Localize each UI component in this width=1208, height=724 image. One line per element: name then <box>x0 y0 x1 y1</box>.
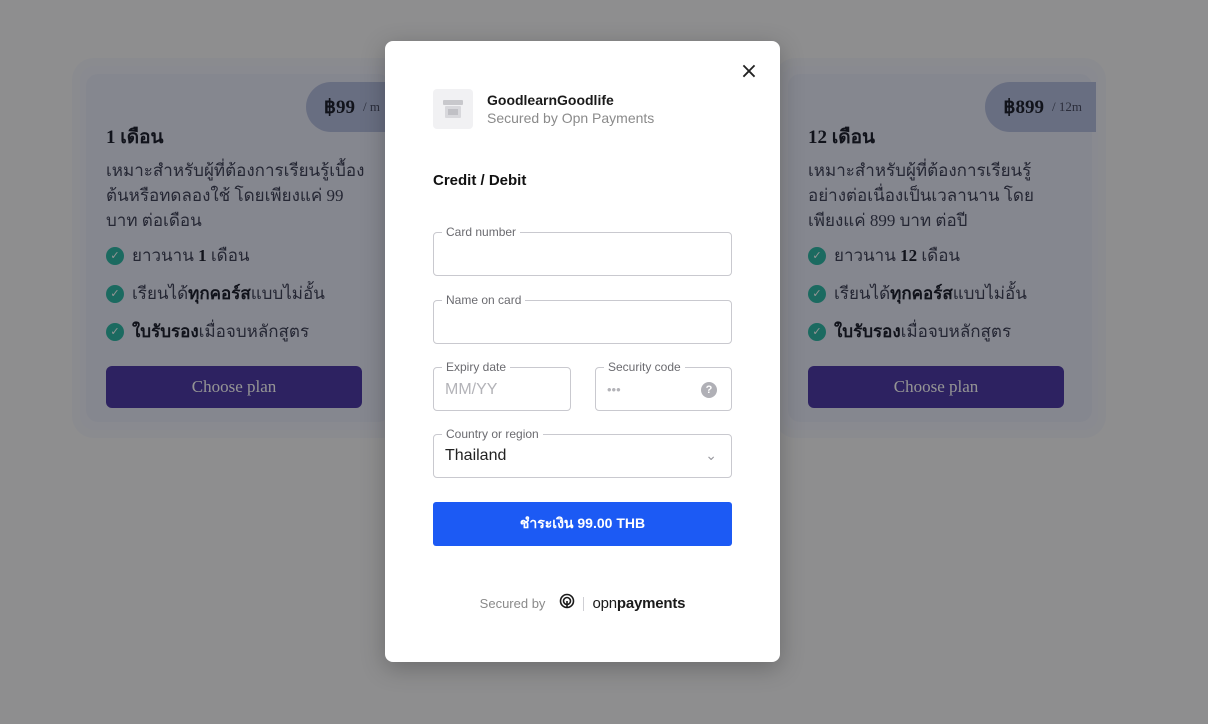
name-on-card-field[interactable]: Name on card <box>433 293 732 344</box>
expiry-date-placeholder: MM/YY <box>445 381 498 398</box>
opn-payments-wordmark: opnpayments <box>592 595 686 612</box>
merchant-name: GoodlearnGoodlife <box>487 92 614 108</box>
security-code-label: Security code <box>604 360 685 374</box>
country-select[interactable]: Country or region Thailand ⌄ <box>433 427 732 478</box>
expiry-date-label: Expiry date <box>442 360 511 374</box>
security-code-field[interactable]: Security code ••• ? <box>595 360 732 411</box>
payment-modal: × GoodlearnGoodlife Secured by Opn Payme… <box>385 41 780 662</box>
merchant-header: GoodlearnGoodlife Secured by Opn Payment… <box>433 89 654 129</box>
merchant-info: GoodlearnGoodlife Secured by Opn Payment… <box>487 92 654 126</box>
secured-footer: Secured by opnpayments <box>385 593 780 614</box>
store-icon <box>433 89 473 129</box>
help-icon[interactable]: ? <box>701 382 717 398</box>
security-code-placeholder: ••• <box>607 382 621 397</box>
secured-by-text: Secured by <box>479 596 546 611</box>
name-on-card-label: Name on card <box>442 293 526 307</box>
country-value: Thailand <box>445 447 507 464</box>
opn-logo-icon <box>559 593 575 614</box>
merchant-subtitle: Secured by Opn Payments <box>487 110 655 126</box>
chevron-down-icon: ⌄ <box>705 448 717 464</box>
card-number-label: Card number <box>442 225 521 239</box>
card-number-field[interactable]: Card number <box>433 225 732 276</box>
country-label: Country or region <box>442 427 543 441</box>
close-icon[interactable]: × <box>738 61 760 83</box>
payment-method-title: Credit / Debit <box>433 172 527 189</box>
pay-button[interactable]: ชำระเงิน 99.00 THB <box>433 502 732 546</box>
expiry-date-field[interactable]: Expiry date MM/YY <box>433 360 571 411</box>
footer-divider <box>583 596 585 611</box>
